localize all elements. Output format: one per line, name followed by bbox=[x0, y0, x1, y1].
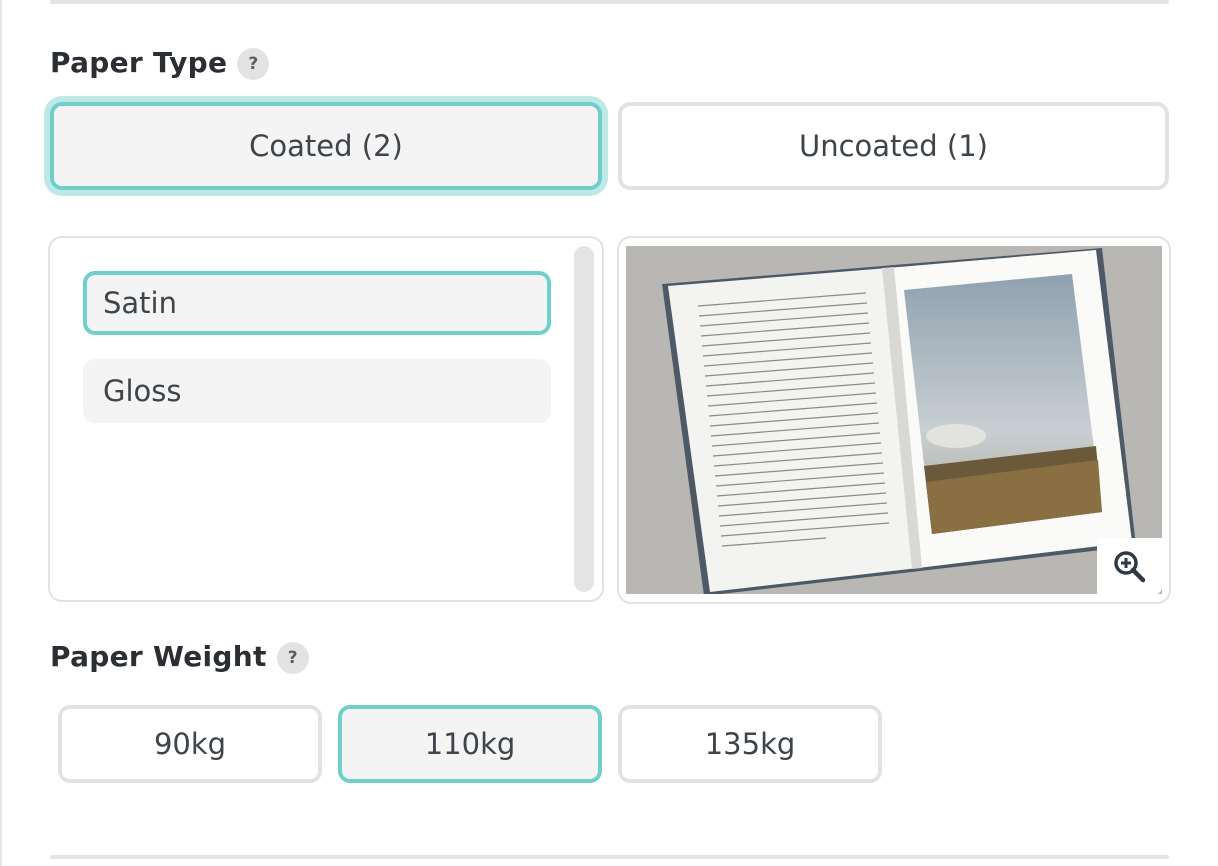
weight-option-label: 110kg bbox=[424, 727, 516, 761]
paper-weight-help-icon[interactable]: ? bbox=[276, 642, 309, 674]
weight-option-135kg[interactable]: 135kg bbox=[618, 705, 882, 783]
open-book-illustration bbox=[626, 246, 1162, 594]
paper-type-heading: Paper Type ? bbox=[50, 44, 270, 80]
top-divider bbox=[50, 0, 1169, 4]
paper-type-title: Paper Type bbox=[50, 45, 228, 79]
finish-item-satin[interactable]: Satin bbox=[83, 271, 551, 335]
paper-weight-heading: Paper Weight ? bbox=[50, 638, 309, 674]
open-book-photo bbox=[626, 246, 1162, 594]
finish-item-gloss[interactable]: Gloss bbox=[83, 359, 551, 423]
finish-item-label: Gloss bbox=[103, 374, 182, 408]
weight-option-label: 90kg bbox=[153, 727, 227, 761]
paper-type-coated-label: Coated (2) bbox=[249, 129, 403, 163]
paper-preview-panel bbox=[617, 236, 1171, 604]
paper-type-help-icon[interactable]: ? bbox=[237, 48, 270, 80]
bottom-divider bbox=[50, 855, 1169, 859]
finish-item-label: Satin bbox=[103, 286, 177, 320]
paper-type-uncoated-button[interactable]: Uncoated (1) bbox=[618, 102, 1169, 190]
paper-weight-title: Paper Weight bbox=[50, 639, 267, 673]
paper-type-coated-button[interactable]: Coated (2) bbox=[50, 102, 602, 190]
finish-list-scrollbar[interactable] bbox=[574, 246, 594, 592]
weight-option-110kg[interactable]: 110kg bbox=[338, 705, 602, 783]
weight-option-label: 135kg bbox=[704, 727, 796, 761]
finish-list-panel: Satin Gloss bbox=[48, 236, 604, 602]
weight-option-90kg[interactable]: 90kg bbox=[58, 705, 322, 783]
zoom-in-icon bbox=[1114, 551, 1146, 583]
zoom-in-button[interactable] bbox=[1097, 538, 1163, 596]
paper-type-uncoated-label: Uncoated (1) bbox=[799, 129, 988, 163]
left-frame-edge bbox=[0, 0, 2, 866]
